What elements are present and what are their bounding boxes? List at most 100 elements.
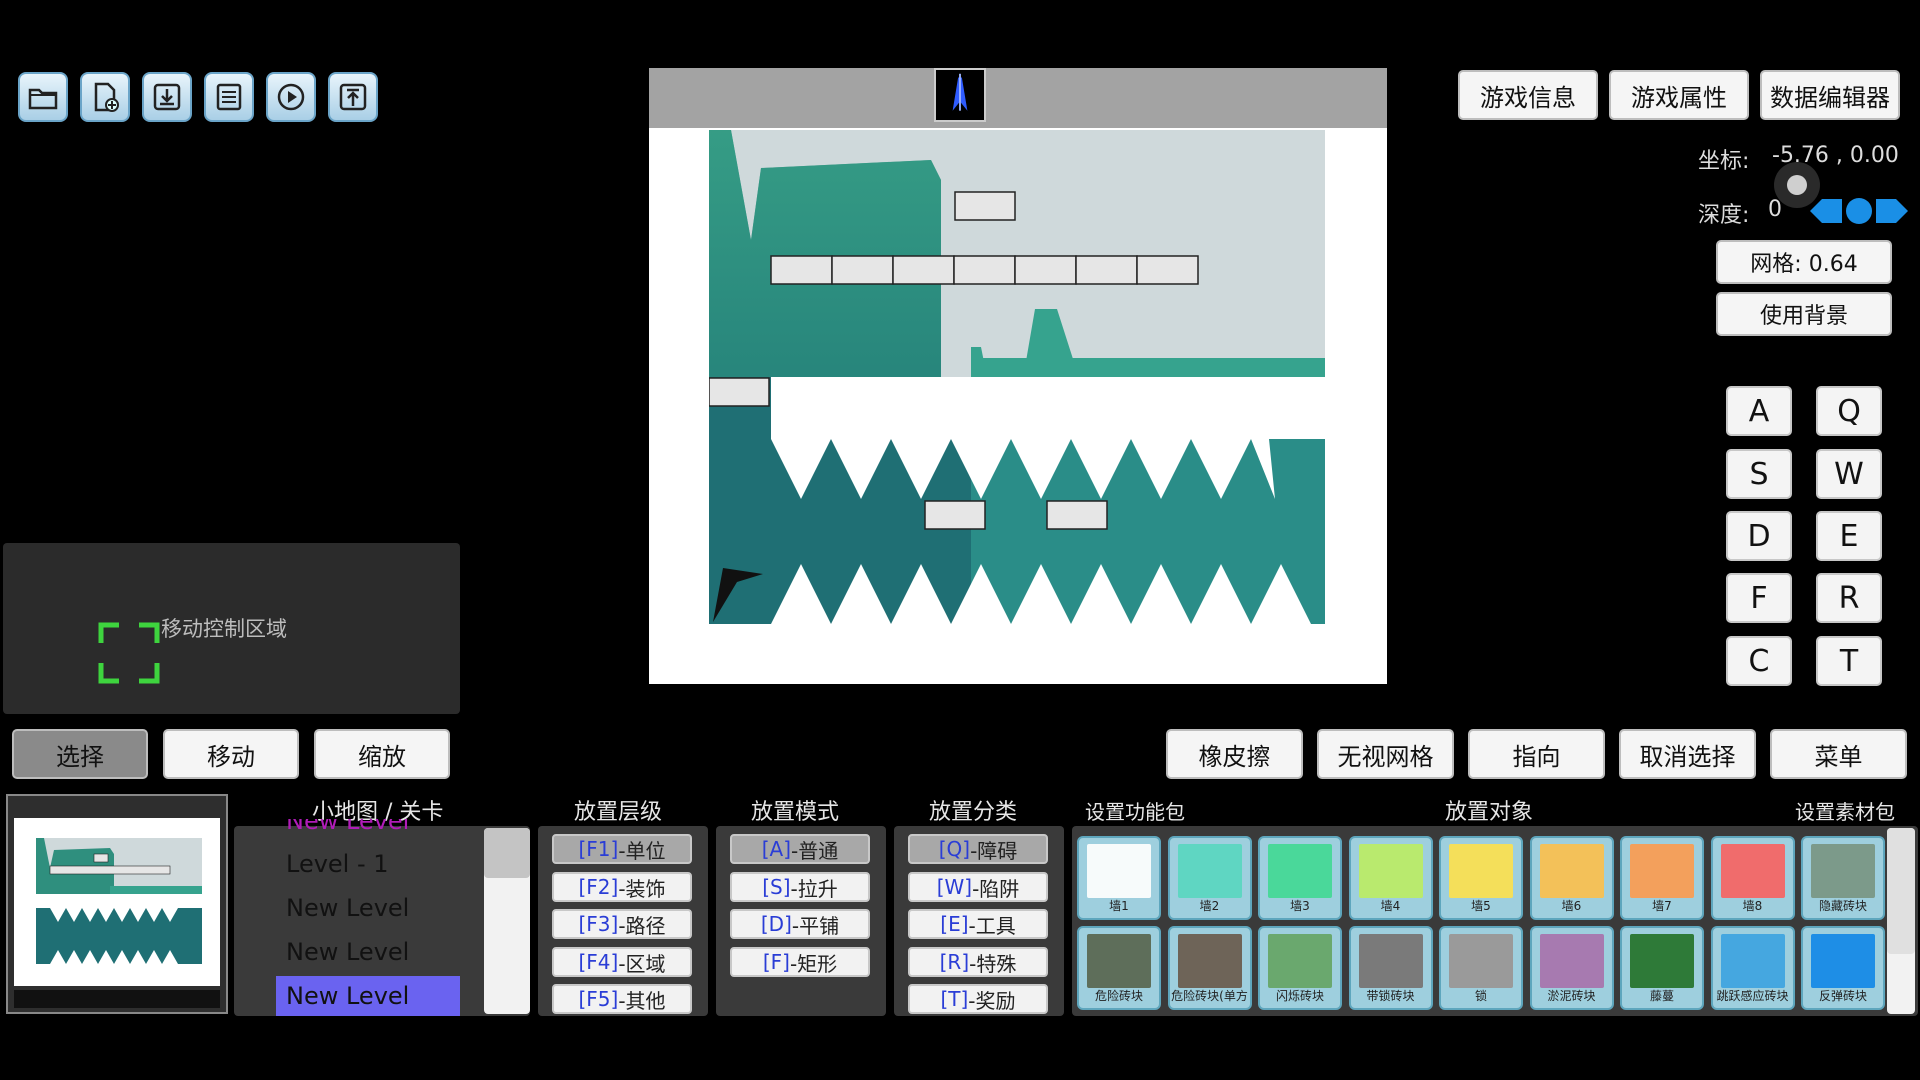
- level-item-selected[interactable]: New Level: [276, 976, 460, 1016]
- depth-slider[interactable]: [1808, 196, 1910, 226]
- key-a-button[interactable]: A: [1726, 386, 1792, 436]
- object-tile[interactable]: 藤蔓: [1620, 926, 1704, 1010]
- object-tile[interactable]: 锁: [1439, 926, 1523, 1010]
- menu-button[interactable]: 菜单: [1770, 729, 1907, 779]
- object-tile[interactable]: 淤泥砖块: [1529, 926, 1614, 1010]
- mode-stretch-option[interactable]: [S] -拉升: [730, 872, 870, 902]
- object-tile[interactable]: 跳跃感应砖块: [1710, 926, 1795, 1010]
- object-tile[interactable]: 墙6: [1529, 836, 1614, 920]
- category-obstacle-option[interactable]: [Q] -障碍: [908, 834, 1048, 864]
- data-editor-button[interactable]: 数据编辑器: [1760, 70, 1900, 120]
- object-tile[interactable]: 墙4: [1348, 836, 1433, 920]
- select-mode-button[interactable]: 选择: [12, 729, 148, 779]
- level-item-partial[interactable]: New Level: [286, 819, 409, 833]
- object-swatch: [1539, 934, 1604, 988]
- object-label: 藤蔓: [1649, 989, 1674, 1003]
- grid-size-button[interactable]: 网格: 0.64: [1716, 240, 1892, 284]
- layer-region-option[interactable]: [F4] -区域: [552, 947, 692, 977]
- key-t-button[interactable]: T: [1816, 636, 1882, 686]
- new-file-button[interactable]: [80, 72, 130, 122]
- level-list-scrollbar[interactable]: [484, 828, 530, 1014]
- key-d-button[interactable]: D: [1726, 511, 1792, 561]
- object-tile[interactable]: 墙3: [1258, 836, 1342, 920]
- layer-path-option[interactable]: [F3] -路径: [552, 909, 692, 939]
- new-file-icon: [94, 82, 119, 112]
- category-reward-option[interactable]: [T] -奖励: [908, 984, 1048, 1014]
- object-tile[interactable]: 墙5: [1439, 836, 1523, 920]
- minimap[interactable]: [6, 794, 228, 1014]
- layer-other-option[interactable]: [F5] -其他: [552, 984, 692, 1014]
- play-icon: [277, 83, 305, 111]
- level-list-scroll-thumb[interactable]: [484, 828, 530, 878]
- layer-unit-option[interactable]: [F1] -单位: [552, 834, 692, 864]
- ignore-grid-button[interactable]: 无视网格: [1317, 729, 1454, 779]
- import-button[interactable]: [142, 72, 192, 122]
- objects-scrollbar[interactable]: [1887, 828, 1915, 1014]
- object-tile[interactable]: 隐藏砖块: [1801, 836, 1885, 920]
- object-label: 墙6: [1561, 899, 1582, 913]
- object-tile[interactable]: 闪烁砖块: [1258, 926, 1342, 1010]
- play-button[interactable]: [266, 72, 316, 122]
- object-swatch: [1449, 844, 1513, 898]
- mode-rect-option[interactable]: [F] -矩形: [730, 947, 870, 977]
- object-tile[interactable]: 带锁砖块: [1348, 926, 1433, 1010]
- object-tile[interactable]: 危险砖块(单方: [1167, 926, 1252, 1010]
- save-icon: [216, 83, 242, 111]
- mode-tile-option[interactable]: [D] -平铺: [730, 909, 870, 939]
- key-c-button[interactable]: C: [1726, 636, 1792, 686]
- object-swatch: [1087, 844, 1151, 898]
- save-button[interactable]: [204, 72, 254, 122]
- object-tile[interactable]: 危险砖块: [1077, 926, 1161, 1010]
- eraser-button[interactable]: 橡皮擦: [1166, 729, 1303, 779]
- game-info-button[interactable]: 游戏信息: [1458, 70, 1598, 120]
- category-tool-option[interactable]: [E] -工具: [908, 909, 1048, 939]
- move-control-area[interactable]: 移动控制区域: [3, 543, 460, 714]
- object-swatch: [1720, 934, 1785, 988]
- object-tile[interactable]: 墙8: [1710, 836, 1795, 920]
- category-trap-option[interactable]: [W] -陷阱: [908, 872, 1048, 902]
- zoom-mode-button[interactable]: 缩放: [314, 729, 450, 779]
- canvas-top-bar: [649, 68, 1387, 128]
- level-item[interactable]: New Level: [286, 938, 409, 966]
- object-swatch: [1539, 844, 1604, 898]
- level-canvas[interactable]: [649, 68, 1387, 684]
- export-button[interactable]: [328, 72, 378, 122]
- game-properties-button[interactable]: 游戏属性: [1609, 70, 1749, 120]
- object-swatch: [1449, 934, 1513, 988]
- object-swatch: [1177, 934, 1242, 988]
- key-r-button[interactable]: R: [1816, 573, 1882, 623]
- key-w-button[interactable]: W: [1816, 449, 1882, 499]
- open-folder-button[interactable]: [18, 72, 68, 122]
- object-label: 跳跃感应砖块: [1716, 989, 1789, 1003]
- object-label: 墙1: [1109, 899, 1129, 913]
- objects-scroll-thumb[interactable]: [1887, 828, 1915, 954]
- object-tile[interactable]: 墙1: [1077, 836, 1161, 920]
- key-e-button[interactable]: E: [1816, 511, 1882, 561]
- use-background-button[interactable]: 使用背景: [1716, 292, 1892, 336]
- object-tile[interactable]: 反弹砖块: [1801, 926, 1885, 1010]
- category-special-option[interactable]: [R] -特殊: [908, 947, 1048, 977]
- object-label: 墙3: [1290, 899, 1310, 913]
- move-mode-button[interactable]: 移动: [163, 729, 299, 779]
- object-tile[interactable]: 墙2: [1167, 836, 1252, 920]
- objects-title: 放置对象: [1445, 800, 1534, 825]
- deselect-button[interactable]: 取消选择: [1619, 729, 1756, 779]
- mode-normal-option[interactable]: [A] -普通: [730, 834, 870, 864]
- object-label: 危险砖块: [1094, 989, 1143, 1003]
- object-tile[interactable]: 墙7: [1620, 836, 1704, 920]
- move-target-icon: [98, 622, 160, 684]
- layer-decoration-option[interactable]: [F2] -装饰: [552, 872, 692, 902]
- direction-button[interactable]: 指向: [1468, 729, 1605, 779]
- object-swatch: [1268, 844, 1332, 898]
- object-label: 闪烁砖块: [1275, 989, 1324, 1003]
- key-f-button[interactable]: F: [1726, 573, 1792, 623]
- object-swatch: [1720, 844, 1785, 898]
- object-label: 墙8: [1742, 899, 1763, 913]
- key-s-button[interactable]: S: [1726, 449, 1792, 499]
- download-icon: [153, 83, 181, 111]
- level-item[interactable]: New Level: [286, 894, 409, 922]
- object-swatch: [1087, 934, 1151, 988]
- level-item[interactable]: Level - 1: [286, 850, 389, 878]
- object-label: 反弹砖块: [1818, 989, 1867, 1003]
- key-q-button[interactable]: Q: [1816, 386, 1882, 436]
